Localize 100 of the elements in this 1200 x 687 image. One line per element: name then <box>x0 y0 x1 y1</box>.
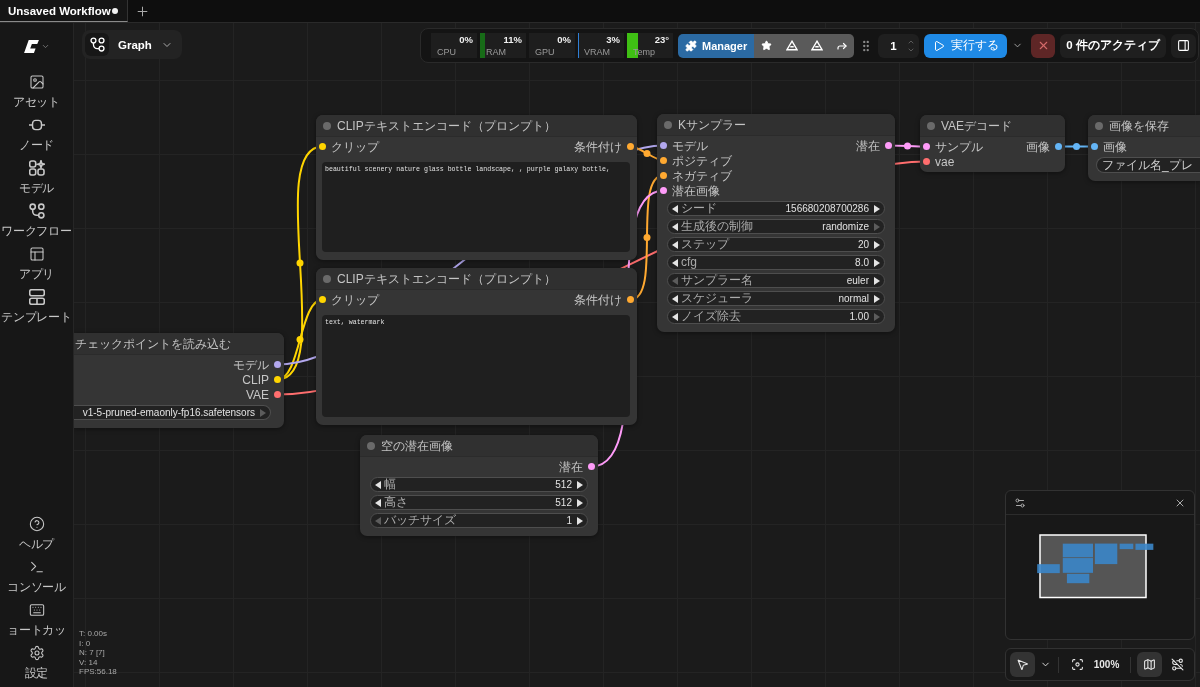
output-dot-icon[interactable] <box>274 391 281 398</box>
widget-value: normal <box>838 292 870 305</box>
sidebar-item[interactable]: ヘルプ <box>0 512 73 555</box>
manager-button[interactable]: Manager <box>678 33 755 58</box>
sidebar-item[interactable]: ワークフロー <box>0 199 73 242</box>
value-stepper[interactable]: 高さ 512 <box>370 495 588 510</box>
right-triangle-icon[interactable] <box>874 258 880 267</box>
meter-label: VRAM <box>584 47 610 57</box>
sidebar-item[interactable]: ョートカッ <box>0 598 73 641</box>
canvas-stat: N: 7 [7] <box>79 648 106 658</box>
canvas-stat: T: 0.00s <box>79 629 108 639</box>
sidebar-item[interactable]: アプリ <box>0 242 73 285</box>
right-triangle-icon[interactable] <box>577 516 583 525</box>
active-jobs-button[interactable]: 0 件のアクティブ <box>1060 33 1166 58</box>
select-tool-button[interactable] <box>1010 652 1035 677</box>
right-triangle-icon[interactable] <box>874 204 880 213</box>
right-triangle-icon[interactable] <box>874 294 880 303</box>
sidebar-item[interactable]: コンソール <box>0 555 73 598</box>
share-button[interactable] <box>829 33 855 58</box>
plus-icon <box>134 3 150 19</box>
sidebar-item[interactable]: モデル <box>0 156 73 199</box>
input-dot-icon[interactable] <box>319 296 326 303</box>
right-triangle-icon[interactable] <box>577 498 583 507</box>
value-stepper[interactable]: シード 156680208700286 <box>667 201 885 216</box>
node-card[interactable]: 空の潜在画像 潜在 幅 512 高さ 512 バッチサイズ 1 <box>360 435 598 536</box>
input-dot-icon[interactable] <box>923 158 930 165</box>
left-triangle-icon[interactable] <box>672 294 678 303</box>
graph-menu-button[interactable]: Graph <box>82 30 182 59</box>
widget-value: randomize <box>822 220 870 233</box>
widget-value: 20 <box>857 238 870 251</box>
input-dot-icon[interactable] <box>660 187 667 194</box>
status-dot-icon <box>367 441 375 450</box>
output-dot-icon[interactable] <box>588 463 595 470</box>
output-label: 条件付け <box>574 139 622 154</box>
value-stepper[interactable]: スケジューラ normal <box>667 291 885 306</box>
widget-label: サンプラー名 <box>681 274 753 287</box>
star-button[interactable] <box>754 33 780 58</box>
node-title: 画像を保存 <box>1109 118 1169 133</box>
output-dot-icon[interactable] <box>885 142 892 149</box>
run-button[interactable]: 実行する <box>924 33 1008 58</box>
value-stepper[interactable]: ステップ 20 <box>667 237 885 252</box>
text-field[interactable]: ファイル名_プレ <box>1096 157 1200 173</box>
input-dot-icon[interactable] <box>660 172 667 179</box>
template-icon <box>28 289 45 305</box>
output-label: 画像 <box>1026 139 1050 154</box>
workflow-icon <box>28 203 45 219</box>
right-triangle-icon[interactable] <box>874 240 880 249</box>
left-triangle-icon[interactable] <box>672 312 678 321</box>
left-triangle-icon[interactable] <box>672 240 678 249</box>
sidebar-item[interactable]: テンプレート <box>0 285 73 328</box>
input-dot-icon[interactable] <box>319 143 326 150</box>
output-label: 条件付け <box>574 292 622 307</box>
workflow-tab[interactable]: Unsaved Workflow <box>0 0 128 22</box>
input-dot-icon[interactable] <box>660 142 667 149</box>
right-triangle-icon[interactable] <box>577 480 583 489</box>
shapes-icon <box>28 160 45 176</box>
value-stepper[interactable]: cfg 8.0 <box>667 255 885 270</box>
value-stepper[interactable]: サンプラー名 euler <box>667 273 885 288</box>
left-triangle-icon[interactable] <box>375 498 381 507</box>
output-dot-icon[interactable] <box>627 296 634 303</box>
zoom-menu-button[interactable]: 100% <box>1092 652 1125 677</box>
panel-toggle-button[interactable] <box>1170 33 1196 58</box>
sidebar-item[interactable]: 設定 <box>0 641 73 684</box>
status-dot-icon <box>323 121 331 130</box>
canvas-stat: V: 14 <box>79 657 99 668</box>
output-dot-icon[interactable] <box>1055 143 1062 150</box>
status-dot-icon <box>927 121 935 130</box>
value-stepper[interactable]: バッチサイズ 1 <box>370 513 588 528</box>
help-icon <box>28 516 45 532</box>
settings-icon <box>28 645 45 661</box>
output-dot-icon[interactable] <box>274 361 281 368</box>
right-triangle-icon[interactable] <box>874 276 880 285</box>
input-label: クリップ <box>331 292 379 307</box>
star-icon <box>761 40 773 51</box>
left-triangle-icon[interactable] <box>375 480 381 489</box>
left-triangle-icon[interactable] <box>672 222 678 231</box>
input-dot-icon[interactable] <box>1091 143 1098 150</box>
widget-value: 1.00 <box>849 310 870 323</box>
output-dot-icon[interactable] <box>274 376 281 383</box>
sidebar-item[interactable]: ノード <box>0 113 73 156</box>
value-stepper[interactable]: 幅 512 <box>370 477 588 492</box>
left-triangle-icon[interactable] <box>672 258 678 267</box>
cancel-button[interactable] <box>1031 33 1056 58</box>
input-dot-icon[interactable] <box>923 143 930 150</box>
value-stepper[interactable]: v1-5-pruned-emaonly-fp16.safetensors <box>74 405 271 420</box>
node-card[interactable]: 画像を保存 画像 ファイル名_プレ <box>1088 115 1200 181</box>
node-card[interactable]: Kサンプラー モデル 潜在 ポジティブ ネガティブ 潜在画像 シード 156680208700286 生成後の制御 randomize ステップ 20 cfg 8.0 サンプラー名 euler スケジューラ normal ノイズ除去 1.00 <box>657 114 895 332</box>
node-card[interactable]: チェックポイントを読み込む モデル CLIP VAE v1-5-pruned-emaonly-fp16.safetensors <box>74 333 284 428</box>
left-triangle-icon[interactable] <box>672 204 678 213</box>
value-stepper[interactable]: 生成後の制御 randomize <box>667 219 885 234</box>
minimap-toggle-button[interactable] <box>1137 652 1162 677</box>
sidebar-item[interactable]: アセット <box>0 70 73 113</box>
triangle-icon <box>810 40 823 51</box>
input-dot-icon[interactable] <box>660 157 667 164</box>
value-stepper[interactable]: ノイズ除去 1.00 <box>667 309 885 324</box>
node-card[interactable]: VAEデコード サンプル 画像 vae <box>920 115 1065 172</box>
widget-value: 8.0 <box>855 256 870 269</box>
output-dot-icon[interactable] <box>627 143 634 150</box>
node-title: CLIPテキストエンコード（プロンプト） <box>337 271 556 286</box>
node-title: 空の潜在画像 <box>381 438 453 453</box>
